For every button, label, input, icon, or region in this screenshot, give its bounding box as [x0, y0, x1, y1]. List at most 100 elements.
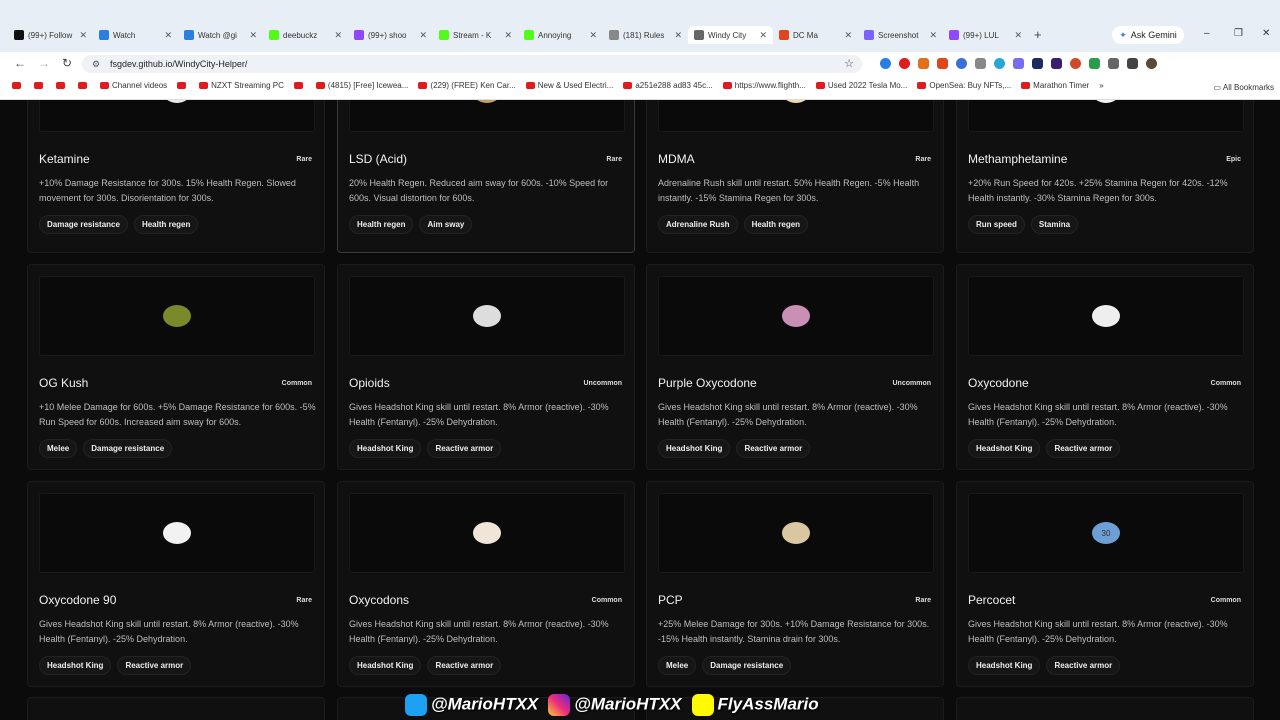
- bookmark-item[interactable]: OpenSea: Buy NFTs,...: [917, 81, 1011, 90]
- menu-icon[interactable]: [1127, 58, 1138, 69]
- bookmark-item[interactable]: NZXT Streaming PC: [199, 81, 284, 90]
- bookmark-favicon-icon: [917, 82, 927, 89]
- close-tab-icon[interactable]: ✕: [164, 30, 172, 41]
- minimize-button[interactable]: –: [1204, 28, 1210, 39]
- item-card[interactable]: Methamphetamine Epic +20% Run Speed for 42…: [956, 100, 1254, 253]
- browser-tab[interactable]: Stream - K ✕: [433, 26, 518, 44]
- item-card[interactable]: LSD (Acid) Rare 20% Health Regen. Reduced …: [337, 100, 635, 253]
- extension-icon[interactable]: [1032, 58, 1043, 69]
- back-icon[interactable]: ←: [14, 56, 26, 70]
- item-card[interactable]: [956, 697, 1254, 720]
- extension-icon[interactable]: [1089, 58, 1100, 69]
- bookmark-item[interactable]: [34, 81, 46, 90]
- item-card[interactable]: KETAMINE Ketamine Rare +10% Damage Resistan…: [27, 100, 325, 253]
- browser-tab[interactable]: Annoying ✕: [518, 26, 603, 44]
- item-card[interactable]: Oxycodone Common Gives Headshot King skill…: [956, 264, 1254, 470]
- item-image: KETAMINE: [39, 100, 315, 132]
- reload-icon[interactable]: ↻: [62, 56, 72, 70]
- item-description: +10% Damage Resistance for 300s. 15% Hea…: [39, 178, 296, 203]
- item-card[interactable]: Oxycodons Common Gives Headshot King skill…: [337, 481, 635, 687]
- forward-icon[interactable]: →: [38, 56, 50, 70]
- extension-icon[interactable]: [1070, 58, 1081, 69]
- new-tab-button[interactable]: +: [1034, 26, 1042, 44]
- bookmark-item[interactable]: https://www.flighth...: [722, 81, 806, 90]
- browser-tab[interactable]: Watch @gi ✕: [178, 26, 263, 44]
- browser-tab[interactable]: Watch ✕: [93, 26, 178, 44]
- bookmark-favicon-icon: [12, 82, 21, 89]
- bookmark-label: OpenSea: Buy NFTs,...: [929, 81, 1012, 90]
- close-tab-icon[interactable]: ✕: [589, 30, 597, 41]
- more-bookmarks-icon[interactable]: »: [1099, 81, 1103, 90]
- close-tab-icon[interactable]: ✕: [844, 30, 852, 41]
- ask-gemini-button[interactable]: ✦ Ask Gemini: [1112, 26, 1184, 44]
- browser-tab[interactable]: deebuckz ✕: [263, 26, 348, 44]
- close-tab-icon[interactable]: ✕: [929, 30, 937, 41]
- extension-icon[interactable]: [1051, 58, 1062, 69]
- close-tab-icon[interactable]: ✕: [79, 30, 87, 41]
- browser-tab[interactable]: DC Ma ✕: [773, 26, 858, 44]
- site-info-icon[interactable]: ⚙: [92, 55, 100, 73]
- bookmark-item[interactable]: (229) (FREE) Ken Car...: [418, 81, 516, 90]
- bookmark-star-icon[interactable]: ☆: [844, 55, 854, 73]
- bookmark-item[interactable]: [293, 81, 306, 90]
- item-card[interactable]: Oxycodone 90 Rare Gives Headshot King skil…: [27, 481, 325, 687]
- bookmark-label: (229) (FREE) Ken Car...: [430, 81, 516, 90]
- tag-list: Damage resistance Health regen: [39, 215, 199, 234]
- extension-icon[interactable]: [880, 58, 891, 69]
- all-bookmarks-button[interactable]: ▭ All Bookmarks: [1214, 83, 1274, 92]
- browser-tab[interactable]: Screenshot ✕: [858, 26, 943, 44]
- browser-tab[interactable]: (99+) Follow ✕: [8, 26, 93, 44]
- item-card[interactable]: MDMA Rare Adrenaline Rush skill until rest…: [646, 100, 944, 253]
- item-card[interactable]: [27, 697, 325, 720]
- item-image: [39, 276, 315, 356]
- close-tab-icon[interactable]: ✕: [1014, 30, 1022, 41]
- item-image: [349, 493, 625, 573]
- close-window-button[interactable]: ✕: [1262, 28, 1270, 39]
- bookmark-item[interactable]: New & Used Electri...: [525, 81, 613, 90]
- close-tab-icon[interactable]: ✕: [504, 30, 512, 41]
- extension-icon[interactable]: [975, 58, 986, 69]
- extension-icon[interactable]: [994, 58, 1005, 69]
- bookmark-item[interactable]: [12, 81, 24, 90]
- tag-list: Melee Damage resistance: [658, 656, 792, 675]
- item-card[interactable]: Opioids Uncommon Gives Headshot King skill…: [337, 264, 635, 470]
- profile-avatar[interactable]: [1146, 58, 1157, 69]
- extension-icon[interactable]: [1013, 58, 1024, 69]
- item-name: Oxycodons: [349, 593, 410, 607]
- bookmark-item[interactable]: Used 2022 Tesla Mo...: [815, 81, 907, 90]
- item-pill-image: [473, 305, 501, 327]
- close-tab-icon[interactable]: ✕: [759, 30, 767, 41]
- item-description: 20% Health Regen. Reduced aim sway for 6…: [349, 178, 609, 203]
- effect-tag: Reactive armor: [427, 656, 502, 675]
- item-card[interactable]: PCP Rare +25% Melee Damage for 300s. +10% …: [646, 481, 944, 687]
- extension-icon[interactable]: [937, 58, 948, 69]
- close-tab-icon[interactable]: ✕: [249, 30, 257, 41]
- item-image: 30: [968, 493, 1244, 573]
- extensions-puzzle-icon[interactable]: [1108, 58, 1119, 69]
- item-image: [349, 276, 625, 356]
- maximize-button[interactable]: ❐: [1234, 28, 1243, 39]
- bookmark-item[interactable]: (4815) [Free] Icewea...: [315, 81, 408, 90]
- browser-tab[interactable]: (99+) LUL ✕: [943, 26, 1028, 44]
- bookmark-item[interactable]: [78, 81, 90, 90]
- bookmark-item[interactable]: Marathon Timer: [1021, 81, 1089, 90]
- extension-icon[interactable]: [899, 58, 910, 69]
- close-tab-icon[interactable]: ✕: [674, 30, 682, 41]
- bookmark-item[interactable]: Channel videos: [100, 81, 167, 90]
- extension-icon[interactable]: [918, 58, 929, 69]
- tab-favicon-icon: [99, 30, 109, 40]
- bookmark-item[interactable]: a251e288 ad83 45c...: [623, 81, 713, 90]
- close-tab-icon[interactable]: ✕: [419, 30, 427, 41]
- item-card[interactable]: 30 Percocet Common Gives Headshot King skil…: [956, 481, 1254, 687]
- extension-icon[interactable]: [956, 58, 967, 69]
- item-card[interactable]: OG Kush Common +10 Melee Damage for 600s. …: [27, 264, 325, 470]
- bookmark-item[interactable]: [56, 81, 68, 90]
- close-tab-icon[interactable]: ✕: [334, 30, 342, 41]
- address-bar[interactable]: ⚙ fsgdev.github.io/WindyCity-Helper/ ☆: [82, 55, 862, 73]
- browser-tab[interactable]: (181) Rules ✕: [603, 26, 688, 44]
- item-card[interactable]: Purple Oxycodone Uncommon Gives Headshot K…: [646, 264, 944, 470]
- bookmark-item[interactable]: [177, 81, 189, 90]
- browser-tab[interactable]: Windy City ✕: [688, 26, 773, 44]
- tabs: (99+) Follow ✕ Watch ✕ Watch @gi ✕ deebuckz ✕ (9…: [8, 26, 1042, 44]
- browser-tab[interactable]: (99+) shoo ✕: [348, 26, 433, 44]
